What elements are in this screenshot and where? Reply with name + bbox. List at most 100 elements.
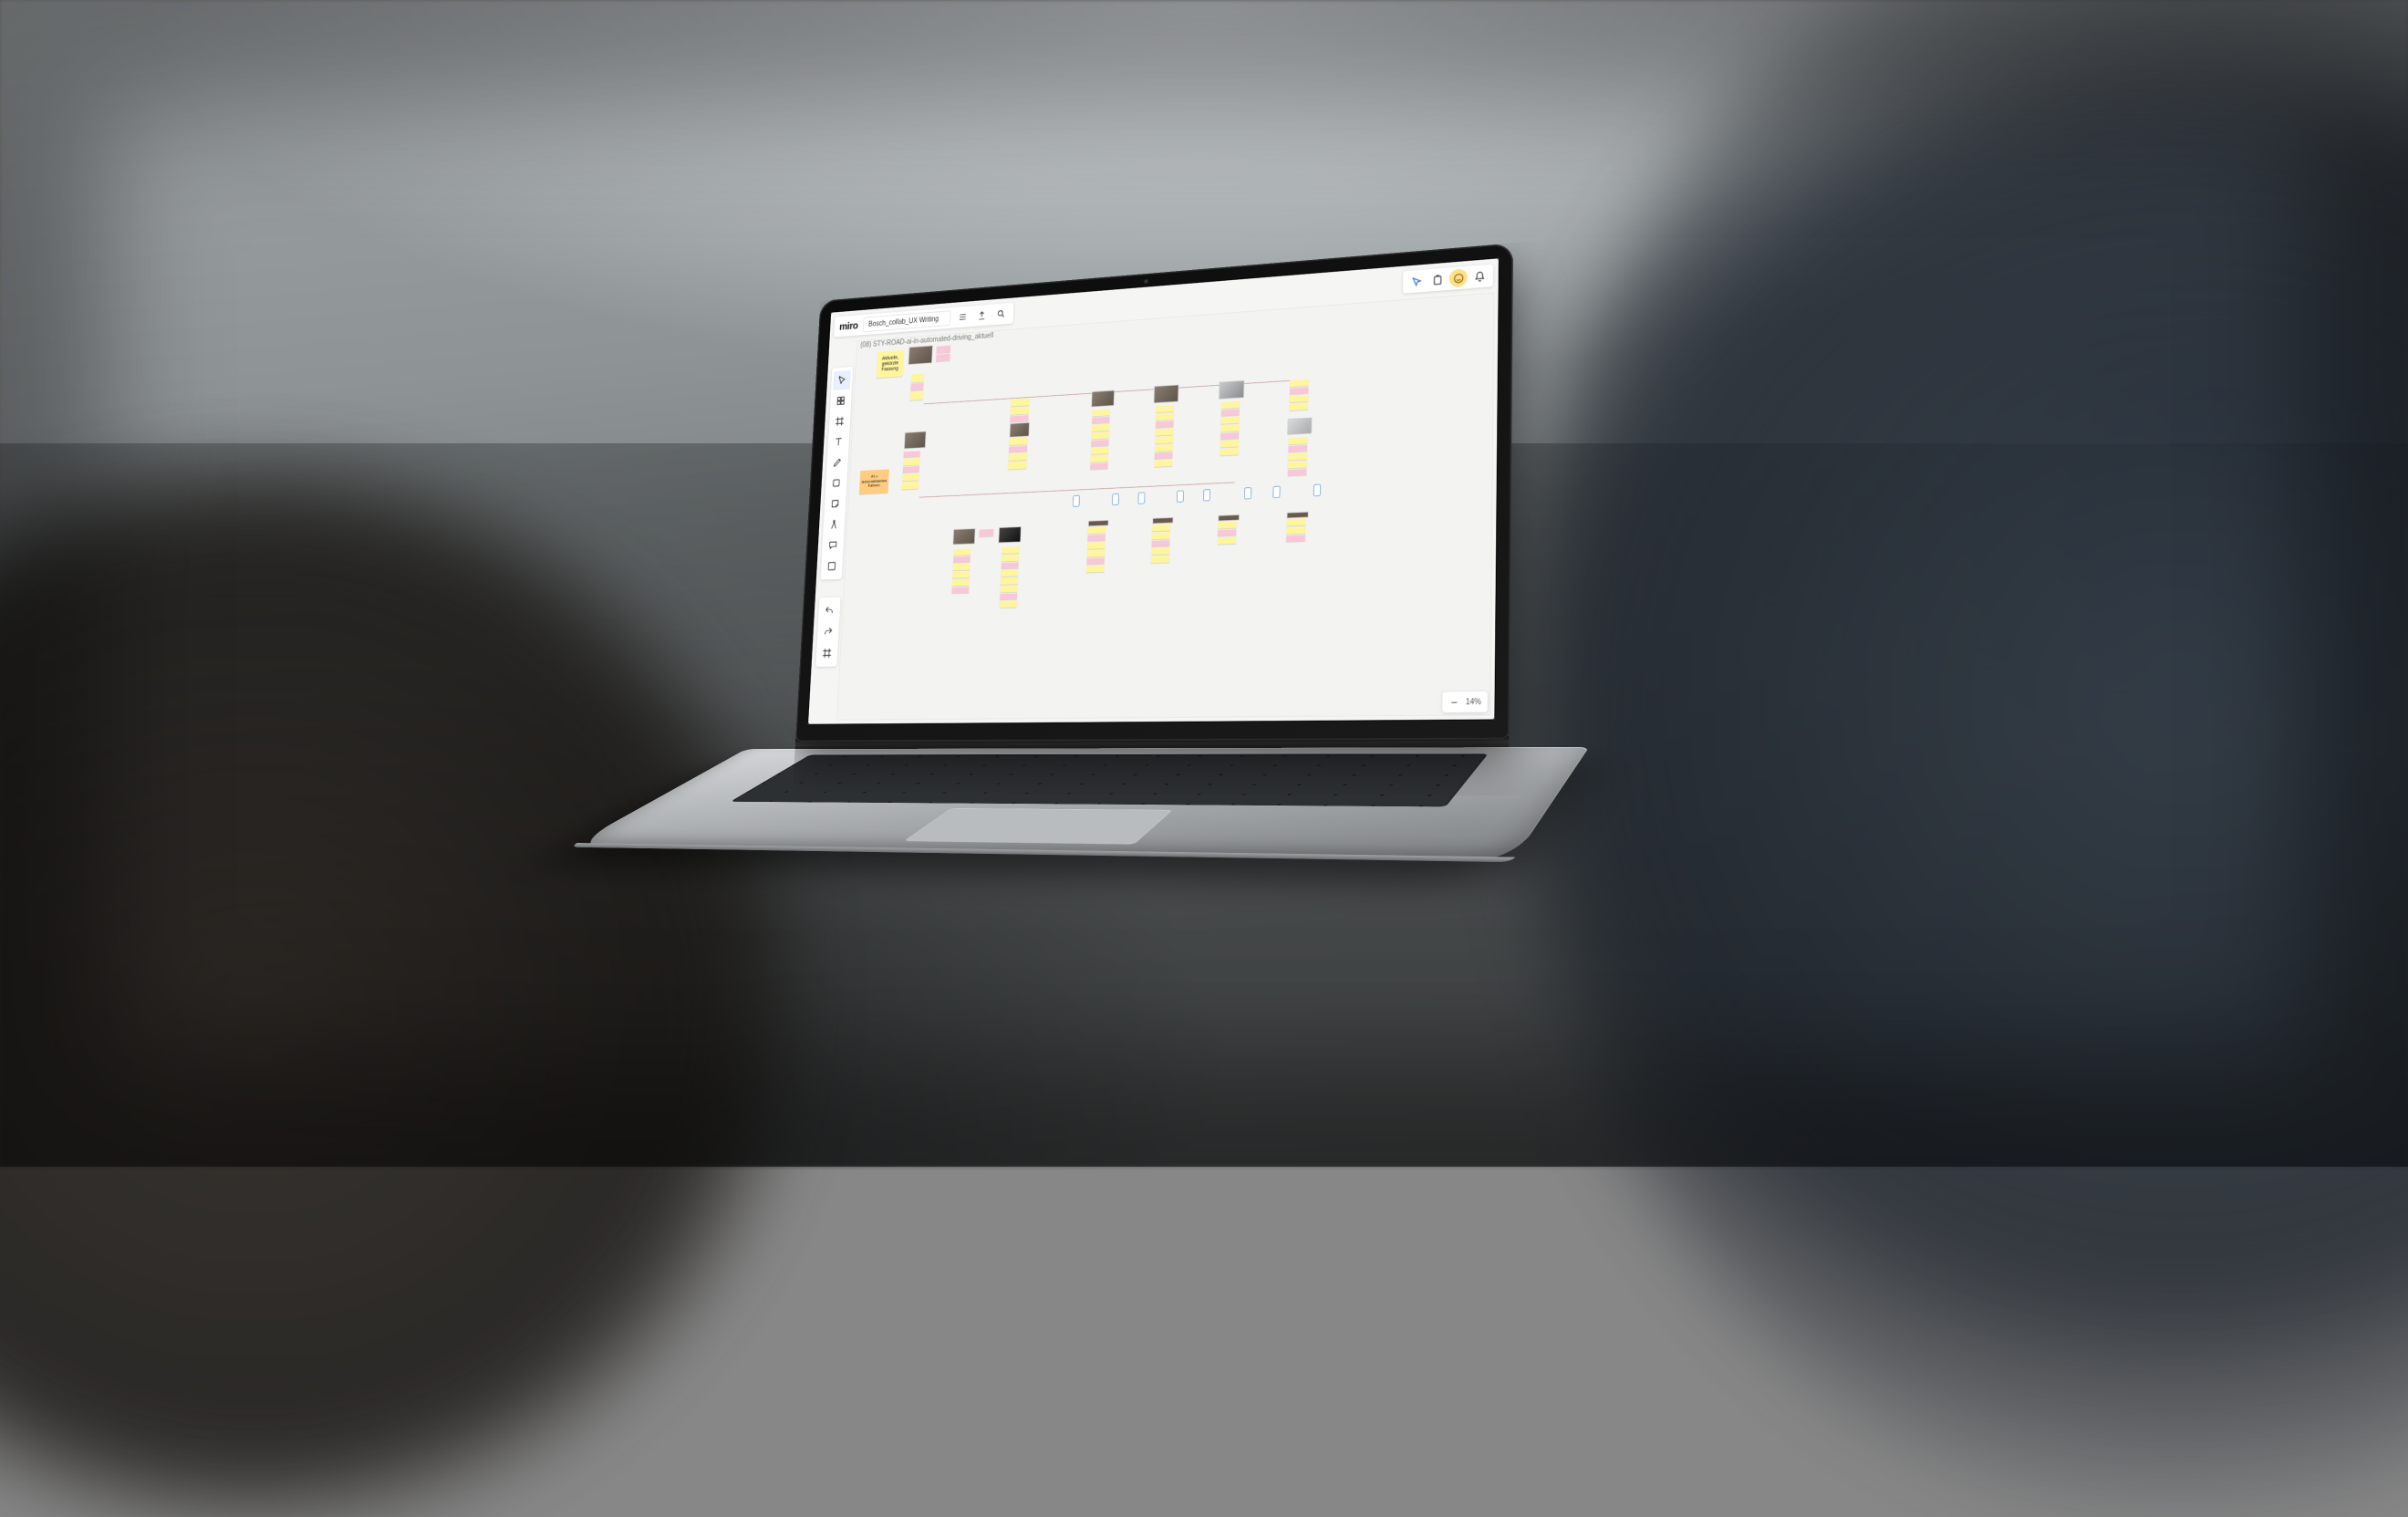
sticky-note[interactable] — [1221, 400, 1240, 408]
sticky-note[interactable] — [953, 556, 970, 562]
sticky-note[interactable] — [1091, 446, 1109, 453]
sticky-note[interactable] — [1088, 526, 1106, 534]
image-thumbnail[interactable] — [1152, 516, 1173, 523]
sticky-note[interactable] — [910, 390, 923, 400]
image-thumbnail[interactable] — [1088, 519, 1109, 525]
sticky-note[interactable] — [1152, 524, 1170, 531]
search-button[interactable] — [993, 306, 1008, 322]
sticky-note[interactable] — [1290, 394, 1309, 402]
image-thumbnail[interactable] — [1219, 379, 1244, 399]
sticky-note[interactable] — [1155, 452, 1173, 458]
sticky-note[interactable] — [1011, 398, 1029, 406]
cursor-tracking-button[interactable] — [1407, 271, 1426, 290]
device-frame[interactable] — [1177, 490, 1184, 502]
sticky-note[interactable] — [952, 578, 970, 586]
sticky-note[interactable] — [911, 373, 924, 382]
miro-logo[interactable]: miro — [839, 319, 858, 332]
image-thumbnail[interactable] — [1287, 417, 1312, 434]
sticky-note[interactable] — [1001, 577, 1018, 585]
sticky-note[interactable] — [1091, 440, 1108, 446]
sticky-note[interactable] — [953, 548, 970, 556]
sticky-note[interactable] — [1091, 431, 1108, 439]
zoom-level[interactable]: 14% — [1466, 697, 1481, 706]
sticky-note[interactable] — [1286, 518, 1305, 525]
sticky-note[interactable] — [1152, 532, 1170, 539]
sticky-note[interactable] — [903, 457, 919, 465]
sticky-note[interactable] — [1010, 415, 1028, 421]
zoom-out-button[interactable]: − — [1448, 696, 1459, 707]
board-canvas[interactable]: Aktuelle, gekürzte Fassung AI + automati… — [836, 292, 1494, 720]
sticky-note[interactable] — [1000, 600, 1017, 608]
sticky-note[interactable] — [1000, 585, 1017, 592]
sticky-note[interactable] — [936, 353, 950, 361]
sticky-note[interactable] — [1092, 423, 1109, 431]
sticky-note[interactable] — [1156, 421, 1174, 427]
sticky-note[interactable] — [1288, 452, 1307, 460]
device-frame[interactable] — [1272, 485, 1280, 497]
tool-comment[interactable] — [824, 535, 842, 555]
sticky-note[interactable] — [1220, 440, 1239, 447]
sticky-note[interactable] — [902, 481, 919, 489]
sticky-note[interactable] — [1218, 536, 1236, 544]
tool-connect[interactable] — [825, 514, 843, 534]
sticky-note[interactable] — [1011, 406, 1029, 414]
device-frame[interactable] — [1137, 492, 1145, 504]
sticky-note[interactable] — [1220, 424, 1239, 431]
sticky-note[interactable] — [1288, 469, 1307, 476]
sticky-note[interactable] — [1152, 540, 1170, 546]
sticky-note[interactable] — [1090, 462, 1107, 469]
sticky-note[interactable] — [910, 382, 923, 390]
tool-text[interactable] — [829, 431, 847, 452]
tool-sticky[interactable] — [826, 494, 845, 514]
sticky-note[interactable] — [1086, 557, 1105, 564]
sticky-note[interactable]: AI + automatisiertes Fahren — [859, 469, 889, 494]
tool-more[interactable] — [823, 556, 841, 576]
sticky-note[interactable] — [1155, 436, 1173, 443]
sticky-note[interactable] — [902, 473, 919, 481]
tool-frame[interactable] — [831, 410, 849, 431]
sticky-note[interactable] — [1091, 454, 1109, 462]
sticky-note[interactable]: Aktuelle, gekürzte Fassung — [877, 349, 904, 378]
image-thumbnail[interactable] — [1091, 390, 1115, 407]
image-thumbnail[interactable] — [1287, 511, 1309, 518]
undo-button[interactable] — [820, 600, 838, 620]
sticky-note[interactable] — [1220, 416, 1239, 423]
sticky-note[interactable] — [1220, 432, 1239, 440]
sticky-note[interactable] — [1009, 445, 1027, 452]
tool-shapes[interactable] — [827, 473, 846, 493]
sticky-note[interactable] — [1286, 526, 1305, 534]
sticky-note[interactable] — [1156, 412, 1174, 420]
sticky-note[interactable] — [1289, 436, 1308, 443]
sticky-note[interactable] — [1288, 461, 1307, 468]
sticky-note[interactable] — [903, 466, 919, 473]
image-thumbnail[interactable] — [998, 526, 1021, 543]
image-thumbnail[interactable] — [1010, 421, 1030, 437]
sticky-note[interactable] — [953, 563, 970, 570]
sticky-note[interactable] — [1087, 549, 1105, 556]
sticky-note[interactable] — [1156, 404, 1174, 411]
sticky-note[interactable] — [1002, 562, 1019, 568]
sticky-note[interactable] — [904, 451, 920, 457]
export-button[interactable] — [974, 307, 989, 323]
sticky-note[interactable] — [1288, 444, 1307, 452]
sticky-note[interactable] — [1155, 443, 1173, 451]
sticky-note[interactable] — [937, 345, 951, 353]
image-thumbnail[interactable] — [953, 528, 976, 545]
sticky-note[interactable] — [1001, 569, 1018, 577]
sticky-note[interactable] — [1002, 546, 1019, 554]
sticky-note[interactable] — [1156, 428, 1174, 435]
sticky-note[interactable] — [1286, 535, 1305, 541]
sticky-note[interactable] — [1086, 565, 1105, 572]
sticky-note[interactable] — [1221, 409, 1240, 416]
reactions-button[interactable] — [1449, 268, 1468, 287]
notifications-button[interactable] — [1470, 266, 1489, 286]
sticky-note[interactable] — [1220, 448, 1238, 455]
timer-button[interactable] — [1428, 270, 1447, 289]
tool-templates[interactable] — [832, 390, 850, 410]
tool-pen[interactable] — [828, 452, 846, 472]
sticky-note[interactable] — [1009, 452, 1027, 461]
fit-view-button[interactable] — [818, 642, 836, 662]
sticky-note[interactable] — [1000, 593, 1017, 599]
sticky-note[interactable] — [1151, 547, 1169, 555]
sticky-note[interactable] — [1154, 459, 1172, 466]
